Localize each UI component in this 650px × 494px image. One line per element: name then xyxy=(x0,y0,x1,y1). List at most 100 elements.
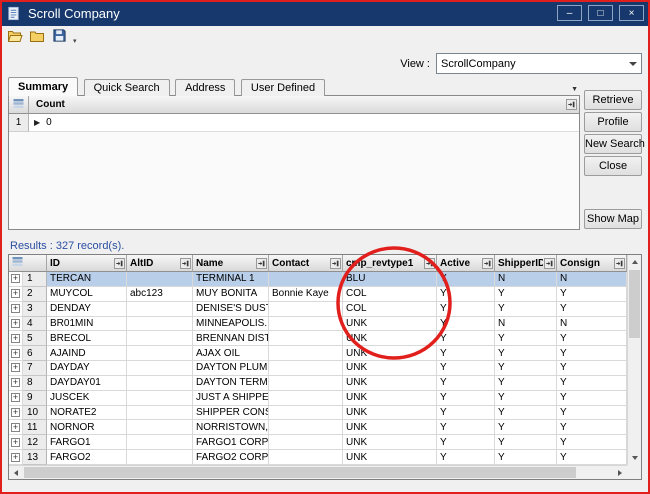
table-row[interactable]: + 12 FARGO1 FARGO1 CORP UNK Y Y Y xyxy=(9,435,627,450)
cell-cmp-revtype1[interactable]: UNK xyxy=(343,361,437,376)
tab-address[interactable]: Address xyxy=(175,79,235,96)
vertical-scrollbar[interactable] xyxy=(627,255,641,465)
row-expander-cell[interactable]: + xyxy=(9,331,23,346)
cell-consign[interactable]: Y xyxy=(557,346,627,361)
cell-altid[interactable] xyxy=(127,450,193,465)
cell-id[interactable]: BRECOL xyxy=(47,331,127,346)
row-expander-cell[interactable]: + xyxy=(9,391,23,406)
cell-altid[interactable]: abc123 xyxy=(127,287,193,302)
row-header-cell[interactable]: 2 xyxy=(23,287,47,302)
row-header-cell[interactable]: 3 xyxy=(23,302,47,317)
vertical-scroll-thumb[interactable] xyxy=(629,270,640,338)
cell-contact[interactable] xyxy=(269,272,343,287)
view-combobox[interactable]: ScrollCompany xyxy=(436,53,642,74)
column-header[interactable]: Contact xyxy=(269,255,343,272)
column-filter-icon[interactable] xyxy=(114,258,125,269)
row-header-cell[interactable]: 6 xyxy=(23,346,47,361)
table-row[interactable]: + 4 BR01MIN MINNEAPOLIS... UNK Y N N xyxy=(9,317,627,332)
cell-name[interactable]: BRENNAN DIST... xyxy=(193,331,269,346)
cell-active[interactable]: Y xyxy=(437,450,495,465)
expand-plus-icon[interactable]: + xyxy=(11,334,20,343)
column-filter-icon[interactable] xyxy=(566,99,577,110)
row-header-cell[interactable]: 1 xyxy=(23,272,47,287)
summary-row[interactable]: 1 ▶ 0 xyxy=(9,114,579,132)
cell-id[interactable]: JUSCEK xyxy=(47,391,127,406)
cell-contact[interactable] xyxy=(269,435,343,450)
cell-consign[interactable]: N xyxy=(557,272,627,287)
summary-count-cell[interactable]: ▶ 0 xyxy=(29,114,579,132)
cell-consign[interactable]: Y xyxy=(557,420,627,435)
cell-contact[interactable] xyxy=(269,450,343,465)
row-expander-cell[interactable]: + xyxy=(9,272,23,287)
cell-active[interactable]: Y xyxy=(437,302,495,317)
cell-shipperid[interactable]: Y xyxy=(495,287,557,302)
cell-contact[interactable] xyxy=(269,331,343,346)
cell-name[interactable]: SHIPPER CONSI... xyxy=(193,406,269,421)
cell-cmp-revtype1[interactable]: UNK xyxy=(343,346,437,361)
table-row[interactable]: + 8 DAYDAY01 DAYTON TERMI... UNK Y Y Y xyxy=(9,376,627,391)
expand-plus-icon[interactable]: + xyxy=(11,378,20,387)
title-bar[interactable]: Scroll Company – □ × xyxy=(0,0,650,26)
cell-shipperid[interactable]: N xyxy=(495,272,557,287)
close-button[interactable]: × xyxy=(619,5,644,21)
cell-altid[interactable] xyxy=(127,302,193,317)
cell-cmp-revtype1[interactable]: COL xyxy=(343,287,437,302)
table-row[interactable]: + 9 JUSCEK JUST A SHIPPER UNK Y Y Y xyxy=(9,391,627,406)
folder-button[interactable] xyxy=(27,27,47,47)
cell-active[interactable]: Y xyxy=(437,287,495,302)
column-filter-icon[interactable] xyxy=(424,258,435,269)
cell-active[interactable]: Y xyxy=(437,391,495,406)
cell-altid[interactable] xyxy=(127,346,193,361)
expand-plus-icon[interactable]: + xyxy=(11,438,20,447)
chevron-down-icon[interactable] xyxy=(624,54,641,73)
cell-id[interactable]: FARGO1 xyxy=(47,435,127,450)
row-expander-cell[interactable]: + xyxy=(9,420,23,435)
cell-cmp-revtype1[interactable]: UNK xyxy=(343,420,437,435)
table-row[interactable]: + 5 BRECOL BRENNAN DIST... UNK Y Y Y xyxy=(9,331,627,346)
cell-name[interactable]: MUY BONITA xyxy=(193,287,269,302)
cell-contact[interactable] xyxy=(269,376,343,391)
cell-id[interactable]: NORNOR xyxy=(47,420,127,435)
cell-active[interactable]: Y xyxy=(437,435,495,450)
scroll-down-button[interactable] xyxy=(628,451,641,465)
cell-contact[interactable]: Bonnie Kaye xyxy=(269,287,343,302)
cell-contact[interactable] xyxy=(269,346,343,361)
cell-cmp-revtype1[interactable]: UNK xyxy=(343,391,437,406)
column-filter-icon[interactable] xyxy=(482,258,493,269)
open-button[interactable] xyxy=(5,27,25,47)
cell-active[interactable]: Y xyxy=(437,376,495,391)
cell-active[interactable]: Y xyxy=(437,331,495,346)
cell-cmp-revtype1[interactable]: UNK xyxy=(343,406,437,421)
tab-quick-search[interactable]: Quick Search xyxy=(84,79,170,96)
cell-active[interactable]: Y xyxy=(437,420,495,435)
scroll-up-button[interactable] xyxy=(628,255,641,269)
cell-name[interactable]: DAYTON PLUM... xyxy=(193,361,269,376)
maximize-button[interactable]: □ xyxy=(588,5,613,21)
cell-cmp-revtype1[interactable]: UNK xyxy=(343,450,437,465)
row-expander-cell[interactable]: + xyxy=(9,435,23,450)
column-header[interactable]: Active xyxy=(437,255,495,272)
cell-shipperid[interactable]: Y xyxy=(495,302,557,317)
show-map-button[interactable]: Show Map xyxy=(584,209,642,229)
profile-button[interactable]: Profile xyxy=(584,112,642,132)
cell-name[interactable]: JUST A SHIPPER xyxy=(193,391,269,406)
cell-consign[interactable]: N xyxy=(557,317,627,332)
expand-plus-icon[interactable]: + xyxy=(11,453,20,462)
cell-name[interactable]: MINNEAPOLIS... xyxy=(193,317,269,332)
cell-shipperid[interactable]: Y xyxy=(495,376,557,391)
table-row[interactable]: + 7 DAYDAY DAYTON PLUM... UNK Y Y Y xyxy=(9,361,627,376)
cell-contact[interactable] xyxy=(269,317,343,332)
cell-active[interactable]: Y xyxy=(437,272,495,287)
cell-cmp-revtype1[interactable]: UNK xyxy=(343,435,437,450)
toolbar-overflow-icon[interactable]: ▾ xyxy=(71,37,79,48)
cell-id[interactable]: DAYDAY01 xyxy=(47,376,127,391)
cell-id[interactable]: BR01MIN xyxy=(47,317,127,332)
table-row[interactable]: + 3 DENDAY DENISE'S DUST... COL Y Y Y xyxy=(9,302,627,317)
expand-plus-icon[interactable]: + xyxy=(11,408,20,417)
horizontal-scrollbar[interactable] xyxy=(9,465,627,479)
column-filter-icon[interactable] xyxy=(614,258,625,269)
tab-summary[interactable]: Summary xyxy=(8,77,78,96)
cell-contact[interactable] xyxy=(269,420,343,435)
cell-id[interactable]: TERCAN xyxy=(47,272,127,287)
column-header[interactable]: Name xyxy=(193,255,269,272)
